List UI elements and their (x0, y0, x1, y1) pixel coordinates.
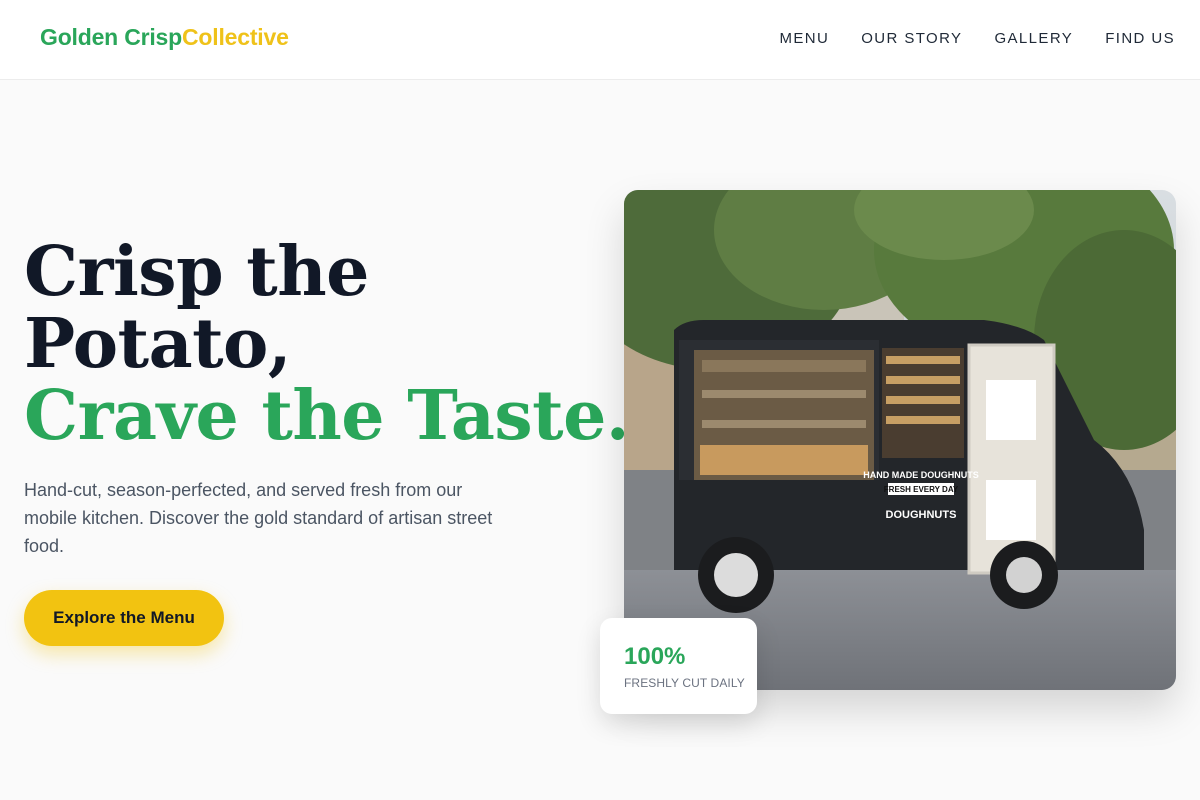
logo-part-collective: Collective (182, 24, 289, 50)
nav-link-our-story[interactable]: OUR STORY (861, 30, 962, 47)
logo-part-golden-crisp: Golden Crisp (40, 24, 183, 50)
truck-sign-line-2: FRESH EVERY DAY (884, 485, 959, 494)
truck-sign-line-1: HAND MADE DOUGHNUTS (863, 470, 979, 480)
stat-value: 100% (624, 643, 686, 670)
freshness-stat-card: 100% FRESHLY CUT DAILY (600, 618, 757, 714)
truck-sign-line-3: DOUGHNUTS (886, 509, 957, 521)
hero-title-line-1: Crisp the (24, 232, 369, 312)
nav-link-menu[interactable]: MENU (779, 30, 829, 47)
logo[interactable]: Golden CrispCollective (40, 24, 289, 51)
explore-menu-button[interactable]: Explore the Menu (24, 590, 224, 646)
hero-title-line-2: Potato, (24, 304, 292, 384)
site-header: Golden CrispCollective MENU OUR STORY GA… (0, 0, 1200, 80)
main-nav: MENU OUR STORY GALLERY FIND US (779, 30, 1175, 47)
nav-link-find-us[interactable]: FIND US (1105, 30, 1175, 47)
hero-title: Crisp the Potato, Crave the Taste. (24, 236, 630, 452)
stat-label: FRESHLY CUT DAILY (624, 676, 745, 690)
hero-description: Hand-cut, season-perfected, and served f… (24, 480, 493, 556)
nav-link-gallery[interactable]: GALLERY (994, 30, 1073, 47)
food-truck-photo: HAND MADE DOUGHNUTS FRESH EVERY DAY DOUG… (624, 190, 1176, 690)
hero-title-line-3: Crave the Taste. (24, 376, 630, 456)
